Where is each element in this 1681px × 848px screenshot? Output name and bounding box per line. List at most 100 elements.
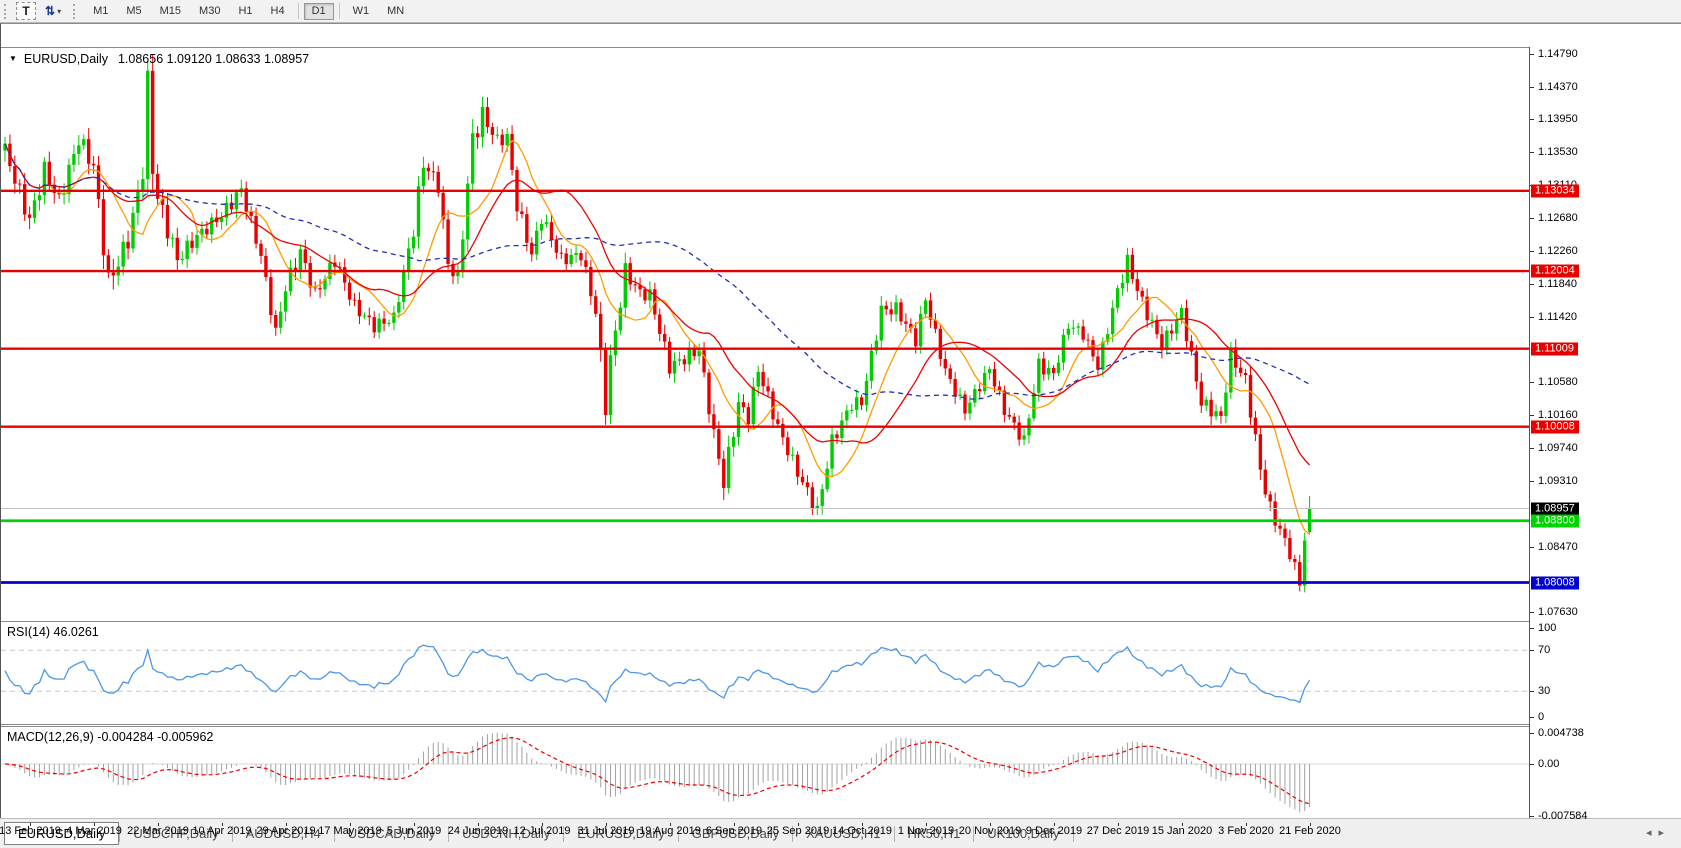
timeframe-button-m15[interactable]: M15 (152, 3, 189, 20)
price-tick-label: 1.12260 (1538, 245, 1578, 258)
date-axis-label: 4 Mar 2019 (66, 825, 122, 837)
timeframe-button-d1[interactable]: D1 (303, 2, 334, 20)
price-tick-mark (1530, 546, 1534, 548)
date-axis-label: 5 Jun 2019 (386, 825, 442, 837)
rsi-tick-mark (1530, 717, 1534, 718)
price-tick-mark (1530, 251, 1534, 253)
macd-tick-mark (1530, 763, 1534, 765)
timeframe-button-group: M1 M5 M15 M30 H1 H4 D1 W1 MN (84, 2, 413, 20)
price-line-label: 1.08800 (1531, 514, 1579, 528)
price-tick-mark (1530, 152, 1534, 154)
price-tick-mark (1530, 86, 1534, 88)
price-tick-label: 1.10160 (1538, 408, 1578, 421)
price-line-label: 1.12004 (1531, 264, 1579, 278)
price-tick-label: 1.07630 (1538, 605, 1578, 618)
macd-scale-label: -0.007584 (1538, 809, 1588, 822)
date-axis-label: 29 Apr 2019 (256, 825, 316, 837)
date-axis-label: 1 Nov 2019 (897, 825, 955, 837)
date-axis-label: 17 May 2019 (318, 825, 382, 837)
date-axis-label: 27 Dec 2019 (1086, 825, 1150, 837)
price-tick-label: 1.11840 (1538, 277, 1577, 290)
updown-arrows-button[interactable]: ⇅ ▾ (38, 2, 68, 20)
date-axis-label: 15 Jan 2020 (1151, 825, 1213, 837)
text-tool-button[interactable]: T (16, 2, 36, 20)
date-axis-label: 13 Feb 2019 (0, 825, 61, 837)
rsi-tick-mark (1530, 650, 1534, 652)
timeframe-button-w1[interactable]: W1 (345, 3, 378, 20)
date-axis-label: 20 Nov 2019 (958, 825, 1022, 837)
date-axis-label: 6 Sep 2019 (705, 825, 763, 837)
rsi-tick-mark (1530, 628, 1534, 629)
price-tick-mark (1530, 414, 1534, 416)
price-tick-mark (1530, 316, 1534, 318)
symbol-dropdown-triangle-icon[interactable]: ▼ (9, 54, 17, 63)
date-axis-label: 3 Feb 2020 (1218, 825, 1274, 837)
chart-ohlc-values: 1.08656 1.09120 1.08633 1.08957 (117, 52, 310, 66)
price-tick-mark (1530, 447, 1534, 449)
date-axis-label: 9 Dec 2019 (1025, 825, 1083, 837)
price-tick-label: 1.11420 (1538, 310, 1577, 323)
price-line-label: 1.08008 (1531, 576, 1579, 589)
tab-scroll-right-icon[interactable]: ▸ (1658, 827, 1671, 839)
price-tick-mark (1530, 119, 1534, 121)
macd-indicator-label: MACD(12,26,9) -0.004284 -0.005962 (7, 730, 214, 744)
tab-scroll-left-icon[interactable]: ◂ (1646, 827, 1659, 839)
timeframe-button-m5[interactable]: M5 (118, 3, 149, 20)
date-axis-label: 14 Oct 2019 (832, 825, 892, 837)
price-line-label: 1.08957 (1531, 502, 1579, 516)
tab-scroll-arrows: ◂▸ (1646, 826, 1671, 839)
toolbar-separator (297, 3, 299, 19)
chart-title: ▼ EURUSD,Daily 1.08656 1.09120 1.08633 1.0… (9, 52, 309, 66)
price-tick-mark (1530, 611, 1534, 613)
toolbar-separator (338, 3, 340, 19)
rsi-scale-label: 30 (1538, 685, 1551, 698)
rsi-indicator-label: RSI(14) 46.0261 (7, 625, 99, 639)
toolbar-grip-icon[interactable] (4, 3, 9, 19)
toolbar-grip-icon[interactable] (73, 3, 78, 19)
price-line-label: 1.13034 (1531, 184, 1579, 198)
price-tick-mark (1530, 481, 1534, 483)
price-tick-mark (1530, 54, 1534, 55)
price-tick-label: 1.14370 (1538, 80, 1578, 93)
price-tick-mark (1530, 283, 1534, 285)
price-tick-label: 1.14790 (1538, 48, 1578, 60)
date-axis-label: 31 Jul 2019 (577, 825, 635, 837)
rsi-scale-label: 100 (1538, 622, 1557, 634)
date-axis-label: 24 Jun 2019 (447, 825, 509, 837)
timeframe-button-m1[interactable]: M1 (85, 3, 116, 20)
dropdown-caret-icon: ▾ (57, 6, 62, 16)
price-chart-canvas[interactable] (1, 47, 1530, 842)
price-tick-label: 1.13530 (1538, 146, 1578, 159)
rsi-tick-mark (1530, 691, 1534, 693)
date-axis-label: 19 Aug 2019 (639, 825, 701, 837)
macd-tick-mark (1530, 733, 1534, 734)
timeframe-button-h1[interactable]: H1 (230, 3, 260, 20)
top-toolbar: T ⇅ ▾ M1 M5 M15 M30 H1 H4 D1 W1 MN (0, 0, 1681, 23)
date-axis-label: 22 Mar 2019 (127, 825, 189, 837)
rsi-scale-label: 0 (1538, 711, 1545, 723)
price-line-label: 1.11009 (1531, 342, 1578, 356)
price-tick-mark (1530, 382, 1534, 384)
price-tick-label: 1.08470 (1538, 540, 1578, 553)
rsi-scale-label: 70 (1538, 644, 1551, 657)
price-tick-label: 1.12680 (1538, 212, 1578, 225)
date-axis-label: 12 Jul 2019 (513, 825, 571, 837)
chart-symbol-label: EURUSD,Daily (23, 52, 108, 66)
price-tick-label: 1.10580 (1538, 376, 1578, 389)
chart-window: ▼ EURUSD,Daily 1.08656 1.09120 1.08633 1.0… (0, 23, 1681, 837)
macd-scale-label: 0.004738 (1538, 727, 1584, 739)
price-tick-label: 1.13950 (1538, 113, 1578, 126)
mt4-application-window: T ⇅ ▾ M1 M5 M15 M30 H1 H4 D1 W1 MN ▼ EURUSD,Daily… (0, 0, 1681, 848)
date-axis-label: 21 Feb 2020 (1279, 825, 1341, 837)
macd-scale-label: 0.00 (1538, 757, 1560, 770)
up-down-arrows-icon: ⇅ (45, 4, 56, 18)
timeframe-button-m30[interactable]: M30 (191, 3, 228, 20)
price-tick-label: 1.09310 (1538, 475, 1578, 488)
macd-tick-mark (1530, 815, 1534, 817)
timeframe-button-mn[interactable]: MN (379, 3, 412, 20)
date-axis-label: 10 Apr 2019 (192, 825, 252, 837)
price-line-label: 1.10008 (1531, 420, 1579, 434)
price-tick-label: 1.09740 (1538, 441, 1578, 454)
timeframe-button-h4[interactable]: H4 (263, 3, 293, 20)
date-axis-label: 25 Sep 2019 (766, 825, 830, 837)
